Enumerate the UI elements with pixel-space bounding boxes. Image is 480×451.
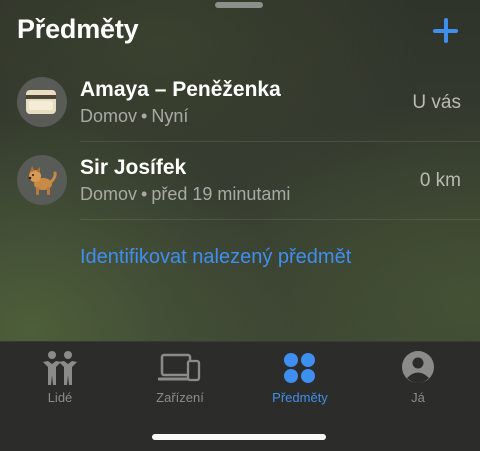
tab-people[interactable]: Lidé (0, 342, 120, 412)
tab-devices[interactable]: Zařízení (120, 342, 240, 412)
item-distance: 0 km (419, 170, 461, 191)
tab-label: Předměty (272, 390, 328, 405)
dog-icon (28, 166, 57, 195)
tab-label: Zařízení (156, 390, 204, 405)
list-item[interactable]: Amaya – Peněženka Domov • Nyní U vás (0, 64, 480, 141)
people-icon (43, 351, 77, 385)
identify-found-item-link[interactable]: Identifikovat nalezený předmět (80, 246, 351, 269)
tab-items[interactable]: Předměty (240, 342, 360, 412)
items-list: Amaya – Peněženka Domov • Nyní U vás Sir J… (0, 64, 480, 220)
item-name: Sir Josífek (80, 156, 187, 179)
tab-label: Já (411, 390, 425, 405)
divider (80, 219, 480, 220)
list-item[interactable]: Sir Josífek Domov • před 19 minutami 0 km (0, 142, 480, 219)
tab-label: Lidé (47, 390, 73, 405)
item-name: Amaya – Peněženka (80, 78, 281, 101)
home-indicator[interactable] (152, 434, 326, 440)
add-item-button[interactable] (432, 17, 460, 45)
page-title: Předměty (17, 14, 139, 44)
item-location-time: Domov • Nyní (80, 106, 189, 126)
tab-me[interactable]: Já (358, 342, 478, 412)
item-avatar (17, 155, 67, 205)
item-location-time: Domov • před 19 minutami (80, 184, 291, 204)
person-circle-icon (402, 351, 434, 383)
sheet-grabber[interactable] (215, 2, 263, 8)
wallet-card-icon (26, 90, 56, 114)
item-avatar (17, 77, 67, 127)
tab-bar: Lidé Zařízení Předměty Já (0, 341, 480, 451)
devices-icon (158, 353, 201, 382)
items-grid-icon (284, 353, 315, 383)
item-distance: U vás (412, 92, 461, 113)
